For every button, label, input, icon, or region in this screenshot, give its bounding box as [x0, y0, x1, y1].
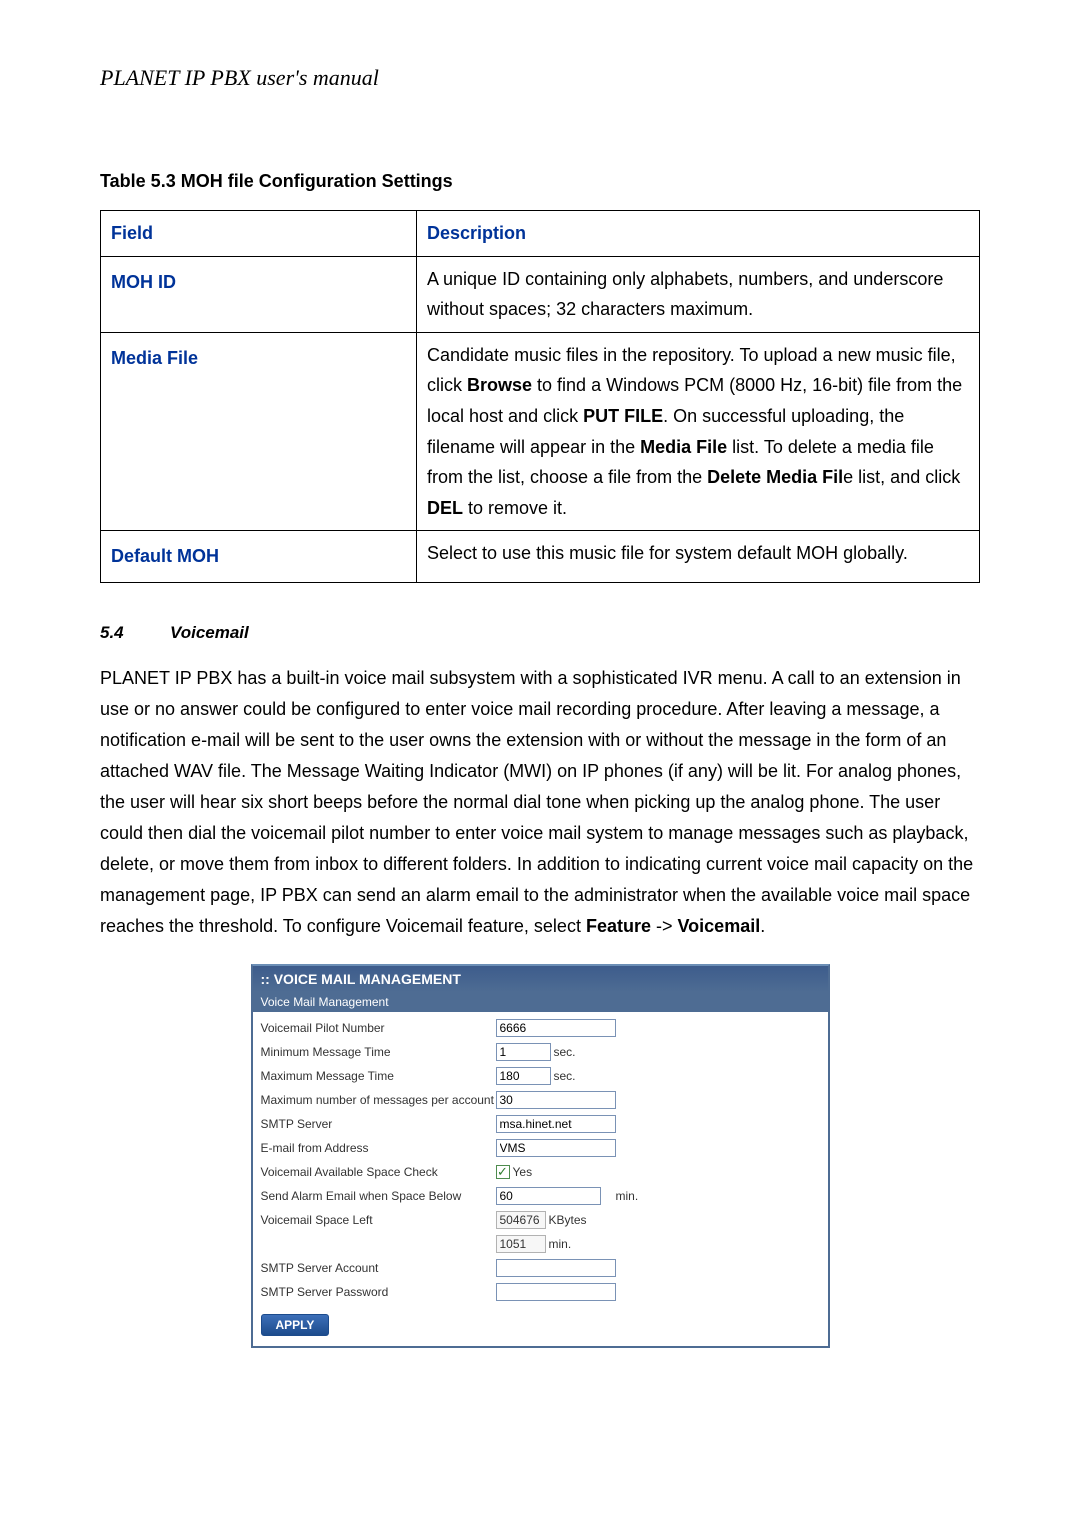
- check-icon: ✓: [497, 1165, 508, 1178]
- desc-media-file: Candidate music files in the repository.…: [417, 332, 980, 531]
- table-header-row: Field Description: [101, 211, 980, 257]
- unit-sec: sec.: [554, 1045, 576, 1059]
- space-check-label: Voicemail Available Space Check: [261, 1165, 496, 1179]
- field-media-file: Media File: [101, 332, 417, 531]
- unit-min: min.: [616, 1189, 639, 1203]
- bold-feature: Feature: [586, 916, 651, 936]
- pilot-number-label: Voicemail Pilot Number: [261, 1021, 496, 1035]
- panel-title: :: VOICE MAIL MANAGEMENT: [253, 966, 828, 992]
- apply-button[interactable]: APPLY: [261, 1314, 330, 1336]
- space-left-min: 1051: [496, 1235, 546, 1253]
- col-field: Field: [101, 211, 417, 257]
- space-check-checkbox[interactable]: ✓: [496, 1165, 510, 1179]
- desc-moh-id: A unique ID containing only alphabets, n…: [417, 256, 980, 332]
- table-row: Media File Candidate music files in the …: [101, 332, 980, 531]
- smtp-account-label: SMTP Server Account: [261, 1261, 496, 1275]
- bold-delete-media: Delete Media Fil: [707, 467, 843, 487]
- space-left-kb: 504676: [496, 1211, 546, 1229]
- text: ->: [651, 916, 678, 936]
- text: .: [760, 916, 765, 936]
- pilot-number-input[interactable]: [496, 1019, 616, 1037]
- max-msg-label: Maximum Message Time: [261, 1069, 496, 1083]
- min-msg-label: Minimum Message Time: [261, 1045, 496, 1059]
- min-msg-input[interactable]: [496, 1043, 551, 1061]
- text: e list, and click: [843, 467, 960, 487]
- smtp-password-input[interactable]: [496, 1283, 616, 1301]
- max-msg-input[interactable]: [496, 1067, 551, 1085]
- unit-sec: sec.: [554, 1069, 576, 1083]
- table-caption: Table 5.3 MOH file Configuration Setting…: [100, 171, 980, 192]
- smtp-server-label: SMTP Server: [261, 1117, 496, 1131]
- space-check-text: Yes: [513, 1165, 533, 1179]
- text: PLANET IP PBX has a built-in voice mail …: [100, 668, 973, 936]
- field-default-moh: Default MOH: [101, 531, 417, 583]
- email-from-input[interactable]: [496, 1139, 616, 1157]
- section-heading: 5.4Voicemail: [100, 623, 980, 643]
- space-left-label: Voicemail Space Left: [261, 1213, 496, 1227]
- alarm-label: Send Alarm Email when Space Below: [261, 1189, 496, 1203]
- section-number: 5.4: [100, 623, 170, 643]
- bold-media-file: Media File: [640, 437, 727, 457]
- text: to remove it.: [463, 498, 567, 518]
- document-title: PLANET IP PBX user's manual: [100, 65, 980, 91]
- panel-subtitle: Voice Mail Management: [253, 992, 828, 1012]
- field-moh-id: MOH ID: [101, 256, 417, 332]
- unit-kbytes: KBytes: [549, 1213, 587, 1227]
- smtp-password-label: SMTP Server Password: [261, 1285, 496, 1299]
- bold-browse: Browse: [467, 375, 532, 395]
- email-from-label: E-mail from Address: [261, 1141, 496, 1155]
- config-table: Field Description MOH ID A unique ID con…: [100, 210, 980, 583]
- bold-del: DEL: [427, 498, 463, 518]
- table-row: MOH ID A unique ID containing only alpha…: [101, 256, 980, 332]
- desc-default-moh: Select to use this music file for system…: [417, 531, 980, 583]
- max-num-label: Maximum number of messages per account: [261, 1093, 496, 1107]
- voicemail-screenshot: :: VOICE MAIL MANAGEMENT Voice Mail Mana…: [251, 964, 830, 1348]
- col-desc: Description: [417, 211, 980, 257]
- max-num-input[interactable]: [496, 1091, 616, 1109]
- alarm-input[interactable]: [496, 1187, 601, 1205]
- smtp-account-input[interactable]: [496, 1259, 616, 1277]
- bold-voicemail: Voicemail: [678, 916, 761, 936]
- table-row: Default MOH Select to use this music fil…: [101, 531, 980, 583]
- bold-put-file: PUT FILE: [583, 406, 663, 426]
- section-title: Voicemail: [170, 623, 249, 642]
- smtp-server-input[interactable]: [496, 1115, 616, 1133]
- section-paragraph: PLANET IP PBX has a built-in voice mail …: [100, 663, 980, 942]
- unit-min: min.: [549, 1237, 572, 1251]
